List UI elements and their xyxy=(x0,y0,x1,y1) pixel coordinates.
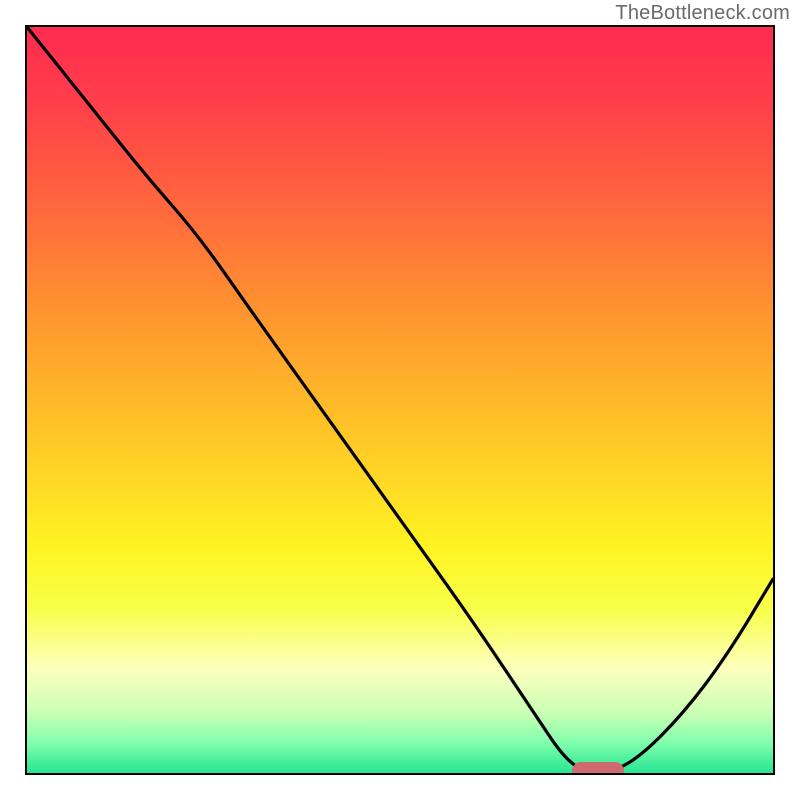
chart-stage: TheBottleneck.com xyxy=(0,0,800,800)
bottleneck-curve-path xyxy=(27,27,773,773)
plot-area xyxy=(25,25,775,775)
watermark-text: TheBottleneck.com xyxy=(615,2,790,25)
curve-svg xyxy=(27,27,773,773)
optimal-marker xyxy=(572,762,624,775)
